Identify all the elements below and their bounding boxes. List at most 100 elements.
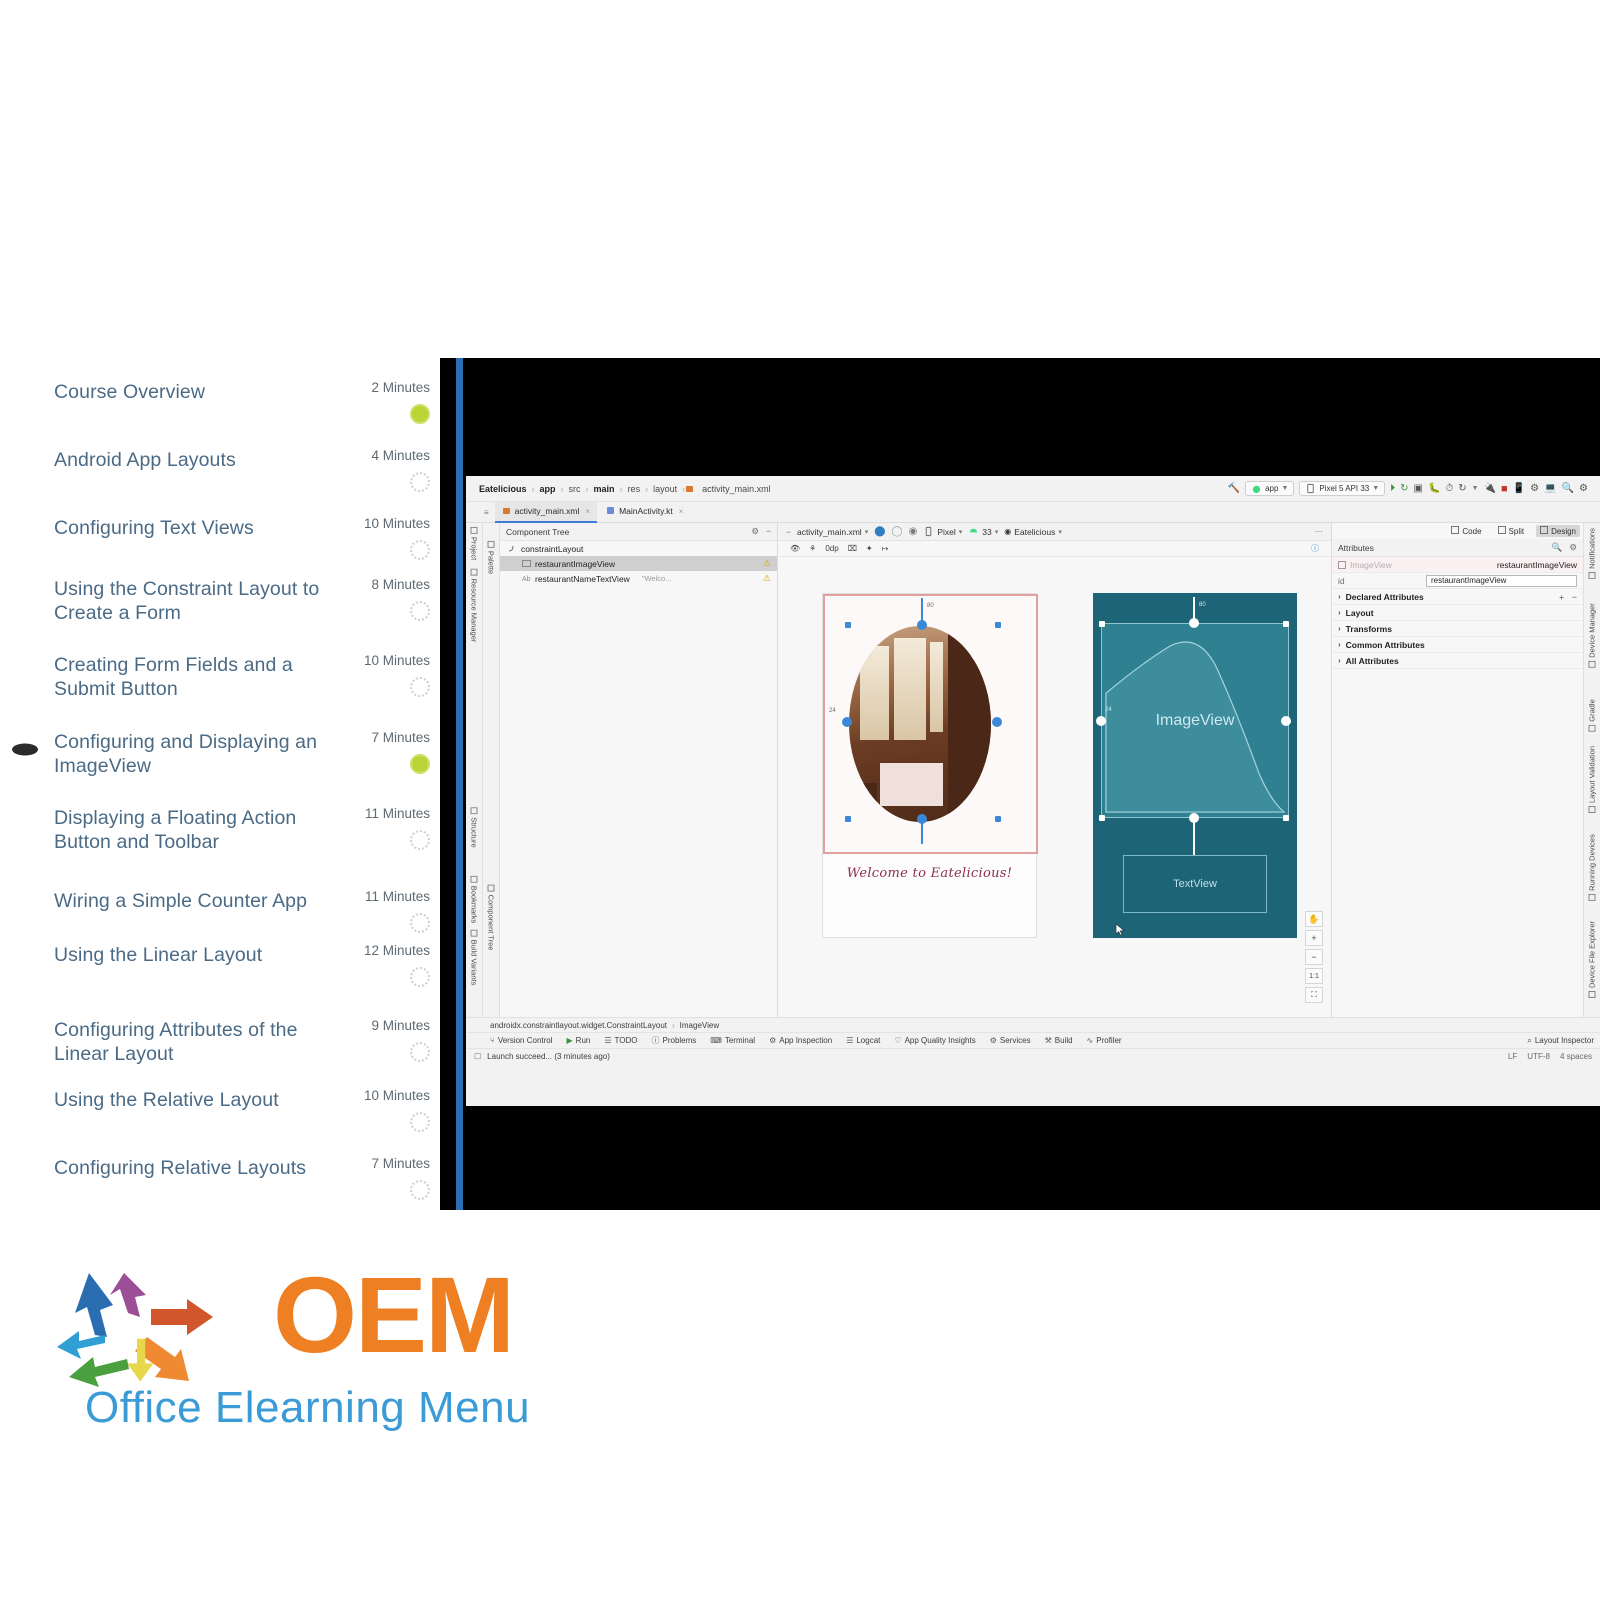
tool-window-tab[interactable]: Running Devices: [1588, 834, 1597, 901]
device-selector[interactable]: Pixel 5 API 33 ▼: [1299, 481, 1386, 496]
status-path-segment[interactable]: androidx.constraintlayout.widget.Constra…: [490, 1021, 667, 1030]
bp-resize-handle-br[interactable]: [1283, 815, 1289, 821]
lesson-status-indicator[interactable]: [410, 754, 430, 774]
lesson-status-indicator[interactable]: [410, 1042, 430, 1062]
bottom-tool-tab[interactable]: ⚒ Build: [1045, 1036, 1073, 1045]
constraint-anchor-right[interactable]: [992, 717, 1002, 727]
lesson-status-indicator[interactable]: [410, 404, 430, 424]
breadcrumb-item[interactable]: Eatelicious: [474, 484, 532, 494]
component-tree-node[interactable]: Ab restaurantNameTextView "Welco... ⚠: [500, 571, 777, 586]
apply-changes-button[interactable]: ▣: [1414, 483, 1423, 494]
blueprint-imageview[interactable]: ImageView: [1101, 623, 1289, 818]
zoom-actual-size-button[interactable]: 1:1: [1305, 968, 1323, 984]
tool-window-tab[interactable]: Palette: [487, 540, 496, 574]
tool-window-tab[interactable]: Build Variants: [470, 929, 479, 985]
bottom-tool-tab[interactable]: ♡ App Quality Insights: [894, 1036, 975, 1045]
status-bar-item[interactable]: LF: [1508, 1052, 1517, 1061]
default-margin-value[interactable]: 0dp: [825, 544, 838, 553]
bp-constraint-anchor-top[interactable]: [1189, 618, 1199, 628]
attribute-group-header[interactable]: › All Attributes: [1332, 653, 1583, 669]
editor-tab[interactable]: MainActivity.kt ×: [599, 502, 690, 523]
editor-mode-tab[interactable]: Code: [1447, 525, 1485, 537]
bottom-tool-tab[interactable]: ⑂ Version Control: [490, 1036, 553, 1045]
device-preview-selector[interactable]: Pixel ▾: [923, 526, 962, 537]
tool-window-tab[interactable]: Resource Manager: [470, 568, 479, 642]
info-icon[interactable]: ⓘ: [1311, 543, 1319, 554]
status-bar-item[interactable]: 4 spaces: [1560, 1052, 1592, 1061]
bottom-tool-tab[interactable]: ⚙ Services: [990, 1036, 1031, 1045]
rerun-button[interactable]: ↻: [1400, 483, 1408, 494]
bp-resize-handle-bl[interactable]: [1099, 815, 1105, 821]
search-icon[interactable]: 🔍: [1552, 542, 1563, 553]
tool-window-tab[interactable]: Component Tree: [487, 884, 496, 950]
overflow-icon[interactable]: ⋯: [1315, 526, 1324, 537]
bp-resize-handle-tl[interactable]: [1099, 621, 1105, 627]
infer-constraints-icon[interactable]: ✦: [866, 544, 873, 553]
blueprint-mode-icon[interactable]: ◯: [891, 526, 902, 537]
resize-handle-bl[interactable]: [845, 816, 851, 822]
sdk-manager-button[interactable]: ⚙: [1530, 483, 1539, 494]
autoconnect-icon[interactable]: ⚘: [809, 544, 816, 553]
run-configuration-selector[interactable]: app ▼: [1245, 481, 1295, 496]
restaurant-photo[interactable]: [849, 626, 991, 822]
design-canvas[interactable]: 80 24 Welcome to Eatelicious! ImageView: [778, 557, 1331, 1017]
blueprint-textview[interactable]: TextView: [1123, 855, 1267, 913]
lesson-status-indicator[interactable]: [410, 601, 430, 621]
layout-inspector-tab[interactable]: ⌕ Layout Inspector: [1527, 1036, 1594, 1046]
bottom-tool-tab[interactable]: ▶ Run: [567, 1036, 591, 1045]
minimize-icon[interactable]: −: [766, 526, 771, 537]
orientation-icon[interactable]: ◉: [909, 526, 918, 537]
component-tree-node[interactable]: restaurantImageView ⚠: [500, 556, 777, 571]
design-surface-mode-icon[interactable]: ⬤: [874, 526, 885, 537]
warning-icon[interactable]: ⚠: [763, 573, 771, 584]
course-lesson-item[interactable]: Configuring Text Views 10 Minutes: [0, 516, 448, 565]
course-lesson-item[interactable]: Creating Form Fields and a Submit Button…: [0, 653, 448, 702]
course-lesson-item[interactable]: Course Overview 2 Minutes: [0, 380, 448, 429]
status-path-segment[interactable]: ImageView: [680, 1021, 719, 1030]
resize-handle-br[interactable]: [995, 816, 1001, 822]
tab-list-icon[interactable]: ≡: [484, 508, 489, 517]
tool-window-tab[interactable]: Device File Explorer: [1588, 921, 1597, 998]
id-input[interactable]: restaurantImageView: [1426, 574, 1577, 587]
remove-attribute-button[interactable]: −: [1572, 592, 1577, 602]
avd-button[interactable]: 💻: [1544, 483, 1556, 494]
run-button[interactable]: ⏵: [1390, 483, 1395, 494]
tool-window-tab[interactable]: Gradle: [1588, 699, 1597, 732]
gear-icon[interactable]: ⚙: [751, 526, 759, 537]
lesson-status-indicator[interactable]: [410, 1180, 430, 1200]
course-lesson-item[interactable]: Wiring a Simple Counter App 11 Minutes: [0, 889, 448, 938]
tool-window-tab[interactable]: Device Manager: [1588, 603, 1597, 668]
bottom-tool-tab[interactable]: ☰ Logcat: [846, 1036, 880, 1045]
zoom-in-button[interactable]: +: [1305, 930, 1323, 946]
bp-constraint-anchor-right[interactable]: [1281, 716, 1291, 726]
blueprint-preview[interactable]: ImageView TextView 80 24: [1093, 593, 1297, 938]
bottom-tool-tab[interactable]: ∿ Profiler: [1087, 1036, 1122, 1045]
attribute-group-header[interactable]: › Declared Attributes + −: [1332, 589, 1583, 605]
lesson-status-indicator[interactable]: [410, 1112, 430, 1132]
video-progress-bar[interactable]: [456, 358, 463, 1210]
warning-icon[interactable]: ⚠: [763, 558, 771, 569]
course-lesson-item[interactable]: Configuring Attributes of the Linear Lay…: [0, 1018, 448, 1067]
zoom-out-button[interactable]: −: [1305, 949, 1323, 965]
editor-mode-tab[interactable]: Design: [1536, 525, 1580, 537]
view-options-icon[interactable]: 👁: [790, 544, 800, 553]
attribute-group-header[interactable]: › Layout: [1332, 605, 1583, 621]
lesson-status-indicator[interactable]: [410, 472, 430, 492]
breadcrumb-item[interactable]: main: [589, 484, 620, 494]
breadcrumb-item[interactable]: res: [623, 484, 646, 494]
component-tree-node[interactable]: constraintLayout: [500, 541, 777, 556]
search-icon[interactable]: 🔍: [1562, 483, 1574, 494]
lesson-status-indicator[interactable]: [410, 677, 430, 697]
device-manager-button[interactable]: 📱: [1513, 483, 1525, 494]
tool-window-tab[interactable]: Project: [470, 526, 479, 560]
course-lesson-item[interactable]: Displaying a Floating Action Button and …: [0, 806, 448, 855]
api-level-selector[interactable]: 33 ▾: [968, 526, 998, 537]
profile-button[interactable]: ⏱: [1445, 483, 1453, 494]
event-log-icon[interactable]: ☐: [474, 1052, 481, 1061]
resize-handle-tl[interactable]: [845, 622, 851, 628]
breadcrumb-item[interactable]: app: [535, 484, 561, 494]
tool-window-tab[interactable]: Notifications: [1588, 528, 1597, 579]
course-lesson-item[interactable]: Using the Relative Layout 10 Minutes: [0, 1088, 448, 1137]
attach-debugger-button[interactable]: 🔌: [1484, 483, 1496, 494]
clear-constraints-icon[interactable]: ⌧: [848, 544, 857, 553]
